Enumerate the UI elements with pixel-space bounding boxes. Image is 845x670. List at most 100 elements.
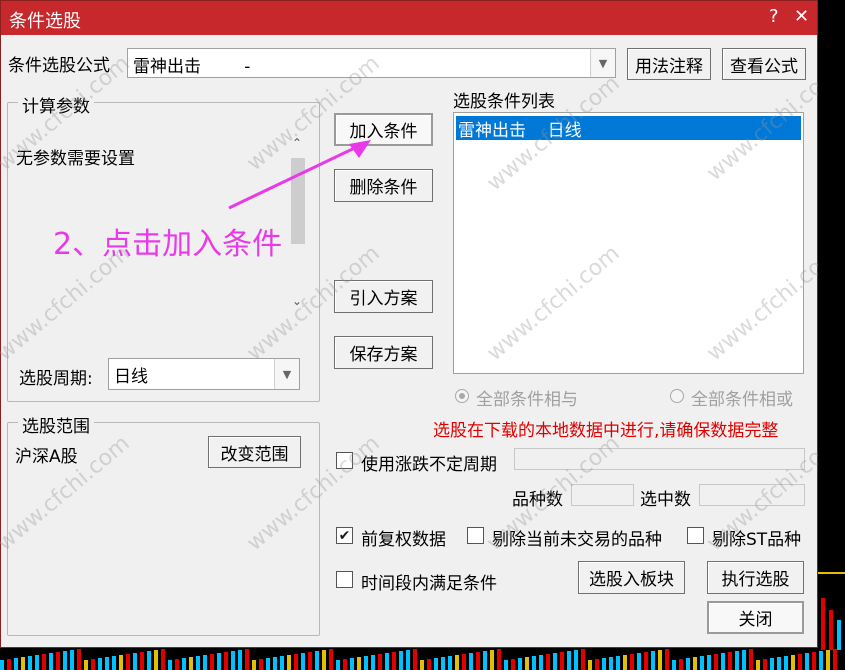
- volume-bar: [42, 654, 46, 670]
- volume-bar: [77, 649, 81, 670]
- or-radio[interactable]: [670, 389, 684, 403]
- uncertain-period-checkbox[interactable]: [336, 452, 353, 469]
- volume-bar: [805, 653, 809, 670]
- close-icon[interactable]: ✕: [794, 6, 809, 27]
- scroll-down-icon[interactable]: ⌄: [292, 294, 302, 308]
- volume-bar: [693, 657, 697, 670]
- volume-bar: [798, 654, 802, 670]
- volume-bar: [287, 655, 291, 670]
- exclude-st-checkbox[interactable]: [687, 527, 704, 544]
- exclude-untraded-label: 剔除当前未交易的品种: [492, 530, 662, 550]
- volume-bar: [665, 649, 669, 670]
- time-segment-checkbox[interactable]: [336, 571, 353, 588]
- exclude-untraded-checkbox[interactable]: [467, 527, 484, 544]
- time-segment-label: 时间段内满足条件: [361, 574, 497, 594]
- execute-screening-button[interactable]: 执行选股: [707, 561, 804, 594]
- volume-bar: [546, 654, 550, 670]
- volume-bar: [609, 657, 613, 670]
- stock-screener-dialog: 条件选股 ? ✕ 条件选股公式 雷神出击 - ▼ 用法注释 查看公式 计算参数 …: [0, 0, 845, 648]
- list-item[interactable]: 雷神出击 日线: [456, 116, 801, 141]
- chart-line: [818, 572, 845, 574]
- volume-bar: [203, 655, 207, 670]
- volume-bar: [182, 658, 186, 670]
- condition-list[interactable]: 雷神出击 日线: [453, 112, 804, 374]
- volume-bar: [490, 650, 494, 670]
- formula-select[interactable]: 雷神出击 - ▼: [127, 48, 616, 78]
- volume-bar: [98, 658, 102, 670]
- formula-value: 雷神出击 -: [133, 57, 251, 77]
- volume-bar: [819, 651, 823, 670]
- volume-bar: [350, 658, 354, 670]
- import-scheme-button[interactable]: 引入方案: [334, 280, 433, 313]
- and-radio[interactable]: [455, 389, 469, 403]
- volume-bar: [672, 660, 676, 670]
- volume-bar: [441, 657, 445, 670]
- volume-bar: [259, 659, 263, 670]
- volume-bar: [364, 656, 368, 670]
- volume-bar: [735, 651, 739, 670]
- chart-bar: [837, 620, 841, 650]
- chevron-down-icon[interactable]: ▼: [274, 359, 299, 389]
- volume-bar: [581, 649, 585, 670]
- volume-bar: [175, 659, 179, 670]
- selected-count-field: [699, 484, 805, 506]
- volume-bar: [84, 660, 88, 670]
- volume-bar: [483, 651, 487, 670]
- volume-bar: [28, 656, 32, 670]
- volume-bar: [455, 655, 459, 670]
- view-formula-button[interactable]: 查看公式: [722, 48, 806, 80]
- volume-bar: [266, 658, 270, 670]
- volume-bar: [532, 656, 536, 670]
- volume-bar: [784, 656, 788, 670]
- volume-bar: [315, 651, 319, 670]
- volume-bar: [637, 653, 641, 670]
- volume-bar: [728, 652, 732, 670]
- volume-bar: [252, 660, 256, 670]
- close-button[interactable]: 关闭: [707, 601, 804, 634]
- range-value: 沪深A股: [15, 447, 78, 467]
- usage-notes-button[interactable]: 用法注释: [627, 48, 711, 80]
- volume-bar: [126, 654, 130, 670]
- volume-bar: [679, 659, 683, 670]
- uncertain-period-field[interactable]: [514, 448, 805, 470]
- volume-bar: [280, 656, 284, 670]
- period-value: 日线: [114, 367, 148, 387]
- params-message: 无参数需要设置: [16, 149, 135, 169]
- variety-count-label: 品种数: [512, 490, 563, 510]
- volume-bar: [623, 655, 627, 670]
- volume-bar: [644, 652, 648, 670]
- volume-bar: [154, 650, 158, 670]
- params-group-label: 计算参数: [18, 92, 94, 117]
- volume-bar: [651, 651, 655, 670]
- window-title: 条件选股: [9, 11, 81, 32]
- volume-bar: [749, 649, 753, 670]
- volume-bar: [770, 658, 774, 670]
- period-select[interactable]: 日线 ▼: [108, 358, 300, 390]
- formula-label: 条件选股公式: [8, 56, 110, 76]
- chart-bar: [821, 598, 825, 650]
- volume-bar: [686, 658, 690, 670]
- volume-bar: [721, 653, 725, 670]
- volume-bar: [714, 654, 718, 670]
- volume-bar: [448, 656, 452, 670]
- save-scheme-button[interactable]: 保存方案: [334, 336, 433, 369]
- help-icon[interactable]: ?: [769, 6, 779, 27]
- volume-bar: [56, 652, 60, 670]
- volume-bar: [196, 656, 200, 670]
- change-range-button[interactable]: 改变范围: [208, 436, 301, 468]
- check-icon: ✔: [338, 527, 351, 544]
- volume-bar: [119, 655, 123, 670]
- volume-bar: [812, 652, 816, 670]
- pre-adjust-checkbox[interactable]: ✔: [336, 527, 353, 544]
- volume-bar: [742, 650, 746, 670]
- annotation-text: 2、点击加入条件: [53, 227, 283, 262]
- volume-bar: [7, 659, 11, 670]
- volume-bar: [231, 651, 235, 670]
- volume-bar: [630, 654, 634, 670]
- period-label: 选股周期:: [19, 369, 93, 389]
- volume-bar: [413, 649, 417, 670]
- chevron-down-icon[interactable]: ▼: [590, 49, 615, 77]
- chart-bar: [829, 610, 833, 650]
- volume-bar: [406, 650, 410, 670]
- add-to-block-button[interactable]: 选股入板块: [578, 561, 685, 594]
